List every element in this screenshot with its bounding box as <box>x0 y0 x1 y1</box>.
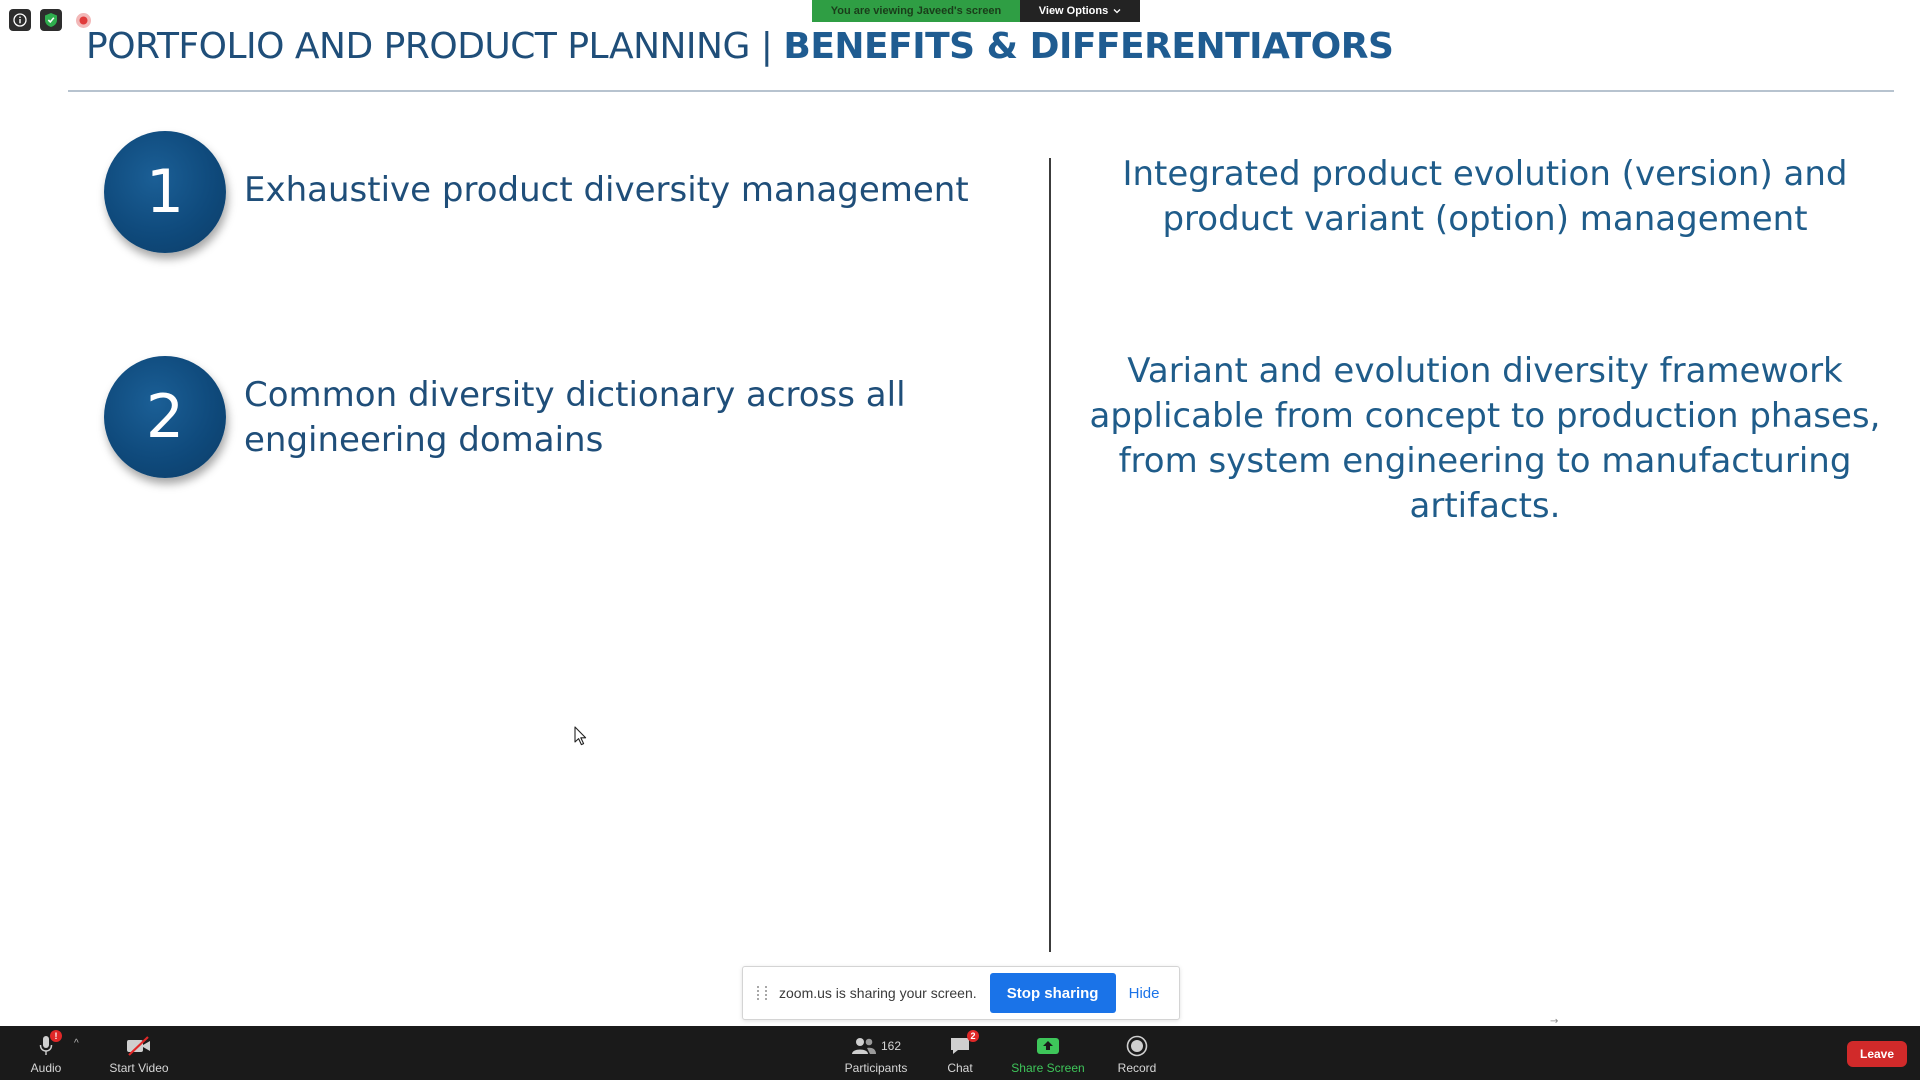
slide-title-emphasis: BENEFITS & DIFFERENTIATORS <box>783 26 1394 67</box>
participants-button[interactable]: 162 Participants <box>840 1026 912 1080</box>
record-button[interactable]: Record <box>1116 1026 1158 1080</box>
audio-options-caret-icon[interactable]: ^ <box>74 1038 79 1049</box>
share-screen-button[interactable]: Share Screen <box>1010 1026 1086 1080</box>
viewing-status: You are viewing Javeed's screen <box>812 0 1020 22</box>
chevron-down-icon <box>1113 9 1121 14</box>
sharing-notice-bar: zoom.us is sharing your screen. Stop sha… <box>742 966 1180 1020</box>
record-label: Record <box>1117 1061 1157 1075</box>
view-options-label: View Options <box>1038 5 1109 17</box>
chat-button[interactable]: 2 Chat <box>940 1026 980 1080</box>
start-video-button[interactable]: Start Video <box>104 1026 174 1080</box>
participants-icon <box>851 1038 876 1054</box>
stop-sharing-button[interactable]: Stop sharing <box>989 973 1116 1013</box>
chat-label: Chat <box>947 1061 973 1075</box>
number-badge-1: 1 <box>104 131 226 253</box>
slide-title-main: PORTFOLIO AND PRODUCT PLANNING | <box>86 26 784 67</box>
sharing-message: zoom.us is sharing your screen. <box>779 985 977 1001</box>
start-video-label: Start Video <box>109 1061 169 1075</box>
participants-count: 162 <box>880 1039 902 1053</box>
column-divider <box>1049 158 1051 952</box>
leave-button[interactable]: Leave <box>1847 1041 1907 1067</box>
microphone-icon: ! <box>38 1030 62 1058</box>
audio-warning-badge: ! <box>50 1030 62 1042</box>
view-options-button[interactable]: View Options <box>1020 0 1140 22</box>
differentiator-2: Variant and evolution diversity framewor… <box>1089 351 1881 526</box>
hide-button[interactable]: Hide <box>1129 985 1160 1002</box>
mouse-cursor-icon <box>574 726 587 746</box>
video-off-icon <box>126 1034 152 1058</box>
share-screen-icon <box>1036 1034 1060 1058</box>
drag-handle[interactable] <box>757 986 767 1000</box>
share-screen-label: Share Screen <box>1011 1061 1085 1075</box>
audio-label: Audio <box>30 1061 62 1075</box>
record-icon <box>1126 1034 1148 1058</box>
chat-icon: 2 <box>949 1030 979 1058</box>
viewing-banner: You are viewing Javeed's screen View Opt… <box>812 0 1140 22</box>
number-badge-2: 2 <box>104 356 226 478</box>
benefit-item-1: Exhaustive product diversity management <box>244 170 969 210</box>
slide-title: PORTFOLIO AND PRODUCT PLANNING | BENEFIT… <box>86 26 1394 67</box>
audio-button[interactable]: ! Audio <box>24 1026 68 1080</box>
title-underline <box>68 90 1894 92</box>
shield-icon[interactable] <box>40 9 62 31</box>
info-icon[interactable] <box>9 9 31 31</box>
meeting-toolbar: ! Audio ^ Start Video 162 Participants 2… <box>0 1026 1920 1080</box>
differentiator-1: Integrated product evolution (version) a… <box>1122 154 1848 239</box>
participants-label: Participants <box>844 1061 908 1075</box>
chat-unread-badge: 2 <box>967 1030 979 1042</box>
benefit-item-2: Common diversity dictionary across all e… <box>244 375 906 460</box>
